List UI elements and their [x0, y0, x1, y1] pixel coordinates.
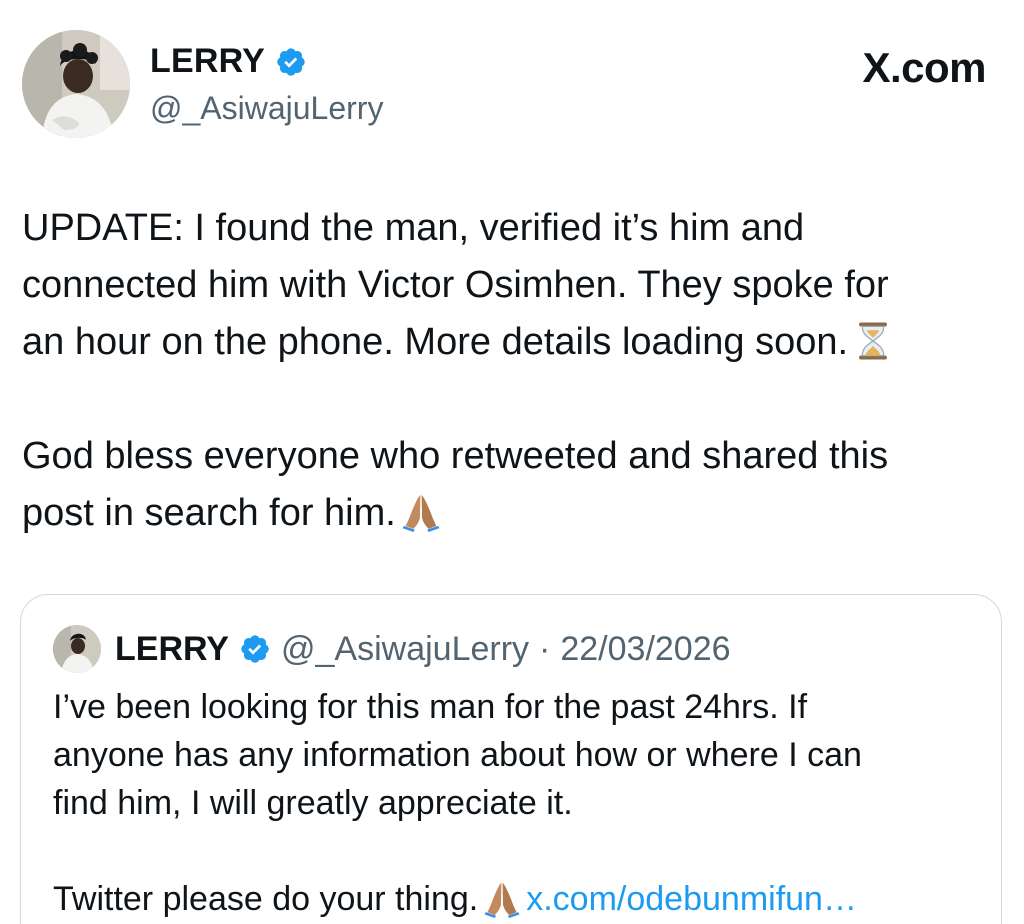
hourglass-emoji [854, 321, 892, 361]
author-name-row[interactable]: LERRY [150, 42, 307, 81]
quoted-tweet-line: anyone has any information about how or … [53, 736, 862, 774]
quoted-author-avatar[interactable] [53, 625, 101, 673]
quoted-tweet-header: LERRY @_AsiwajuLerry · 22/03/2026 [53, 625, 731, 673]
quoted-tweet-link[interactable]: x.com/odebunmifun… [526, 880, 857, 918]
quoted-tweet-card[interactable]: LERRY @_AsiwajuLerry · 22/03/2026 I’ve b… [20, 594, 1002, 924]
quoted-tweet-line-text: Twitter please do your thing. [53, 880, 479, 918]
quoted-tweet-line: Twitter please do your thing. x.com/odeb… [53, 875, 973, 923]
quoted-tweet-line: find him, I will greatly appreciate it. [53, 784, 573, 822]
quoted-tweet-line: I’ve been looking for this man for the p… [53, 688, 808, 726]
tweet-line-text: post in search for him. [22, 492, 396, 534]
x-com-logo: X.com [862, 44, 986, 91]
author-display-name[interactable]: LERRY [150, 42, 265, 81]
quoted-tweet-text: I’ve been looking for this man for the p… [53, 683, 973, 923]
meta-separator: · [539, 629, 551, 668]
folded-hands-emoji [484, 880, 520, 918]
verified-badge-icon[interactable] [239, 633, 271, 665]
post-screenshot: LERRY @_AsiwajuLerry X.com UPDATE: I fou… [0, 0, 1024, 924]
tweet-line: God bless everyone who retweeted and sha… [22, 435, 889, 477]
tweet-line-text: an hour on the phone. More details loadi… [22, 321, 849, 363]
quoted-avatar-image [53, 625, 101, 673]
quoted-tweet-date[interactable]: 22/03/2026 [560, 630, 730, 669]
tweet-text: UPDATE: I found the man, verified it’s h… [22, 200, 1012, 542]
quoted-author-handle[interactable]: @_AsiwajuLerry [281, 630, 529, 669]
tweet-line: an hour on the phone. More details loadi… [22, 314, 1012, 371]
verified-badge-icon[interactable] [275, 46, 307, 78]
quoted-author-display-name[interactable]: LERRY [115, 630, 229, 669]
tweet-line: connected him with Victor Osimhen. They … [22, 264, 889, 306]
tweet-line: UPDATE: I found the man, verified it’s h… [22, 207, 805, 249]
folded-hands-emoji [402, 492, 440, 532]
tweet-line: post in search for him. [22, 485, 1012, 542]
author-handle[interactable]: @_AsiwajuLerry [150, 90, 383, 127]
avatar-image [22, 30, 130, 138]
author-avatar[interactable] [22, 30, 130, 138]
